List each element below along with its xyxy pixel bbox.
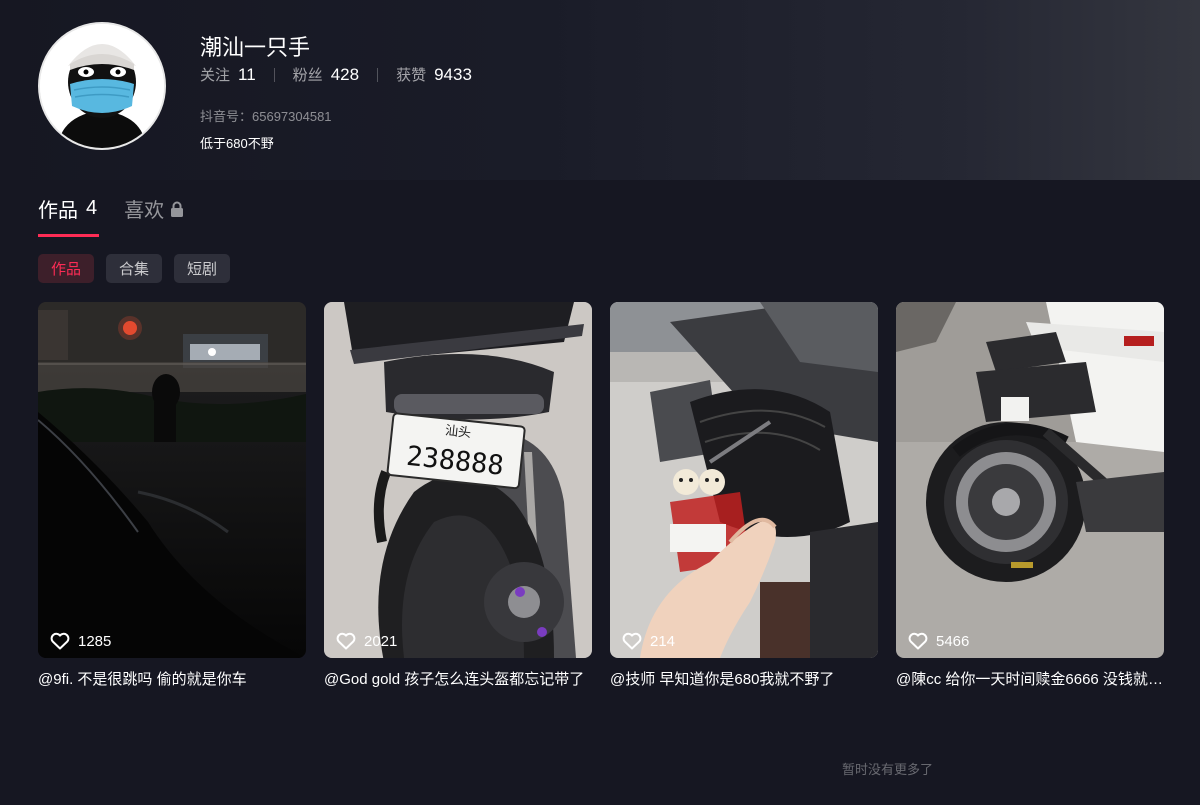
video-card[interactable]: 汕头 238888 2021 @God gold 孩子怎么连头盔都忘记带了 (324, 302, 592, 689)
following-count: 11 (238, 64, 256, 84)
video-caption[interactable]: @技师 早知道你是680我就不野了 (610, 668, 878, 689)
chip-works[interactable]: 作品 (38, 254, 95, 283)
tab-works[interactable]: 作品 4 (38, 194, 100, 237)
video-likes-count: 1285 (78, 632, 112, 650)
filter-chips: 作品 合集 短剧 (38, 254, 242, 283)
avatar-image (40, 24, 164, 148)
followers-label: 粉丝 (292, 67, 323, 84)
video-caption[interactable]: @God gold 孩子怎么连头盔都忘记带了 (324, 668, 592, 689)
likes-count: 9433 (434, 64, 472, 84)
video-thumbnail[interactable]: 5466 (896, 302, 1164, 658)
video-likes-count: 2021 (364, 632, 398, 650)
video-caption[interactable]: @陳cc 给你一天时间赎金6666 没钱就再也见不到了 (896, 668, 1164, 689)
followers-stat[interactable]: 粉丝 428 (293, 64, 359, 85)
video-thumbnail[interactable]: 214 (610, 302, 878, 658)
video-card[interactable]: 1285 @9fi. 不是很跳吗 偷的就是你车 (38, 302, 306, 689)
followers-count: 428 (330, 64, 360, 84)
profile-header-background (0, 0, 1200, 180)
chip-short-dramas[interactable]: 短剧 (174, 254, 231, 283)
video-card[interactable]: 214 @技师 早知道你是680我就不野了 (610, 302, 878, 689)
avatar[interactable] (38, 22, 166, 150)
heart-icon (908, 632, 928, 650)
profile-tabs: 作品 4 喜欢 (38, 194, 184, 237)
video-thumbnail[interactable]: 汕头 238888 2021 (324, 302, 592, 658)
video-grid: 1285 @9fi. 不是很跳吗 偷的就是你车 汕头 238888 2021 @… (38, 302, 1164, 689)
video-likes: 5466 (908, 632, 969, 650)
chip-collections[interactable]: 合集 (106, 254, 163, 283)
video-likes: 1285 (50, 632, 111, 650)
profile-bio: 低于680不野 (200, 136, 274, 151)
video-likes-count: 214 (650, 632, 676, 650)
likes-stat: 获赞 9433 (396, 64, 472, 85)
plate-city: 汕头 (444, 424, 471, 442)
video-likes: 2021 (336, 632, 397, 650)
tab-likes[interactable]: 喜欢 (124, 194, 184, 237)
lock-icon (171, 201, 184, 217)
stat-divider (377, 67, 379, 82)
likes-label: 获赞 (396, 67, 427, 84)
following-stat[interactable]: 关注 11 (200, 64, 256, 85)
heart-icon (336, 632, 356, 650)
video-thumbnail[interactable]: 1285 (38, 302, 306, 658)
following-label: 关注 (200, 67, 231, 84)
stat-divider (273, 67, 275, 82)
video-cover-electric-scooter (896, 302, 1164, 658)
video-likes: 214 (622, 632, 675, 650)
video-cover-motorcycle-hand (610, 302, 878, 658)
no-more-content-label: 暂时没有更多了 (842, 762, 934, 777)
douyin-id: 抖音号：65697304581 (200, 109, 332, 124)
heart-icon (622, 632, 642, 650)
video-cover-night-street (38, 302, 306, 658)
video-cover-license-plate: 汕头 238888 (324, 302, 592, 658)
video-likes-count: 5466 (936, 632, 970, 650)
video-caption[interactable]: @9fi. 不是很跳吗 偷的就是你车 (38, 668, 306, 689)
heart-icon (50, 632, 70, 650)
tab-works-label: 作品 (38, 200, 78, 222)
profile-stats: 关注 11 粉丝 428 获赞 9433 (200, 64, 472, 85)
profile-name: 潮汕一只手 (200, 35, 311, 60)
video-card[interactable]: 5466 @陳cc 给你一天时间赎金6666 没钱就再也见不到了 (896, 302, 1164, 689)
tab-works-count: 4 (86, 197, 98, 219)
tab-likes-label: 喜欢 (124, 200, 165, 222)
